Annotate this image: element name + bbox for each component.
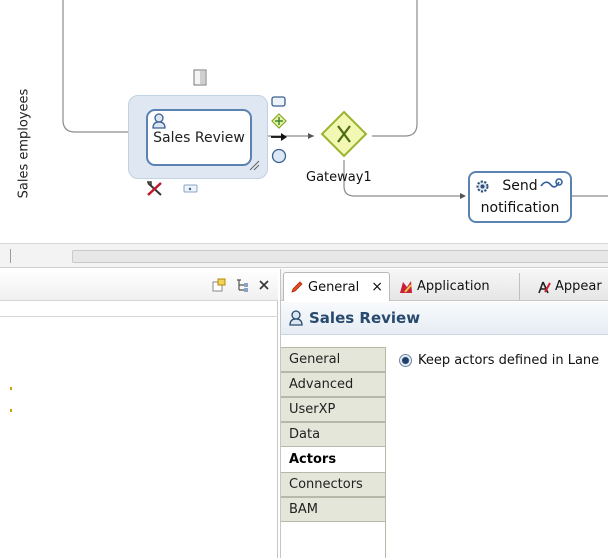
human-task-sales-review[interactable]: Sales Review [146, 109, 252, 166]
send-task-notification[interactable]: Send notification [468, 171, 572, 223]
application-icon [400, 280, 412, 293]
tree-layout-icon[interactable] [235, 278, 249, 292]
properties-side-tabs: General Advanced UserXP Data Actors Conn… [281, 347, 386, 522]
properties-view: General × Application Appear Sales Revie… [280, 269, 608, 558]
tree-view-panel [0, 269, 278, 558]
exclusive-gateway[interactable] [320, 110, 368, 158]
gateway-label: Gateway1 [306, 170, 372, 185]
keep-actors-option[interactable]: Keep actors defined in Lane [399, 353, 599, 368]
tab-separator [519, 273, 520, 300]
user-icon [289, 310, 303, 326]
task-label: Sales Review [153, 130, 245, 146]
properties-title-bar: Sales Review [281, 302, 608, 335]
side-tab-divider [385, 347, 386, 558]
view-toolbar [0, 269, 278, 301]
send-task-label-line2: notification [480, 200, 560, 216]
tab-general[interactable]: General × [283, 272, 390, 301]
scrollbar-thumb[interactable] [72, 250, 608, 263]
diagram-horizontal-scrollbar[interactable] [0, 243, 608, 268]
add-flow-arrow-icon[interactable] [270, 131, 288, 143]
tab-application[interactable]: Application [393, 272, 496, 301]
side-tab-connectors[interactable]: Connectors [281, 472, 386, 497]
appearance-icon [538, 281, 551, 293]
side-tab-advanced[interactable]: Advanced [281, 372, 386, 397]
comment-icon[interactable] [182, 183, 200, 195]
tree-marker [10, 387, 12, 390]
send-task-label-line1: Send [502, 178, 538, 194]
properties-title: Sales Review [309, 309, 421, 327]
keep-actors-radio[interactable] [399, 354, 412, 367]
add-gateway-icon[interactable] [271, 113, 287, 129]
tree-marker [10, 409, 12, 412]
add-task-icon[interactable] [270, 96, 288, 108]
side-tab-userxp[interactable]: UserXP [281, 397, 386, 422]
properties-tabbar: General × Application Appear [281, 269, 608, 301]
side-tab-general[interactable]: General [281, 347, 386, 372]
text-annotation-icon[interactable] [193, 66, 209, 88]
view-filter-row [0, 301, 278, 317]
side-tab-bam[interactable]: BAM [281, 497, 386, 522]
user-icon [152, 113, 166, 129]
keep-actors-label: Keep actors defined in Lane [418, 353, 600, 368]
process-diagram-canvas[interactable]: Sales employees Sales Review Gateway1 Se… [0, 0, 608, 243]
pencil-icon [291, 281, 303, 293]
side-tab-data[interactable]: Data [281, 422, 386, 447]
delete-tools-icon[interactable] [145, 180, 165, 198]
add-event-icon[interactable] [271, 148, 287, 164]
lane-label: Sales employees [16, 88, 32, 198]
close-view-icon[interactable] [258, 279, 270, 291]
tab-appearance[interactable]: Appear [531, 272, 608, 301]
maximize-view-icon[interactable] [212, 278, 226, 292]
close-tab-icon[interactable]: × [371, 279, 383, 295]
scrollbar-marker [10, 249, 11, 263]
side-tab-actors[interactable]: Actors [281, 447, 386, 472]
resize-handle-icon[interactable] [248, 159, 260, 171]
